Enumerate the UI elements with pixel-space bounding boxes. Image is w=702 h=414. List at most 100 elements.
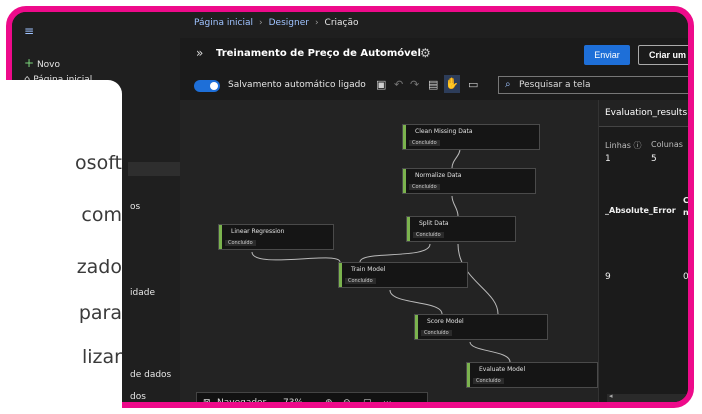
- autosave-toggle[interactable]: [194, 80, 220, 92]
- gear-icon[interactable]: ⚙: [420, 46, 431, 60]
- info-icon[interactable]: ⓘ: [633, 141, 641, 150]
- node-clean-missing-data[interactable]: Clean Missing Data Concluído: [402, 124, 540, 150]
- node-name: Normalize Data: [415, 172, 462, 179]
- expand-chevron-icon[interactable]: »: [196, 46, 203, 60]
- node-name: Clean Missing Data: [415, 128, 473, 135]
- chevron-right-icon: ›: [259, 18, 263, 28]
- rows-label-text: Linhas: [605, 141, 631, 150]
- node-train-model[interactable]: Train Model Concluído: [338, 262, 468, 288]
- plus-icon: +: [24, 56, 35, 70]
- edge-train-score: [389, 289, 443, 315]
- node-status-badge: Concluído: [413, 232, 444, 238]
- pipeline-title: Treinamento de Preço de Automóvel: [216, 48, 421, 59]
- canvas-toolbar: Salvamento automático ligado ▣ ↶ ↷ ▤ ✋ ▭…: [180, 72, 688, 101]
- scroll-left-icon[interactable]: ◂: [609, 392, 613, 400]
- status-bar: [403, 169, 406, 193]
- rows-value: 1: [605, 154, 611, 164]
- delete-icon[interactable]: ▤: [428, 78, 438, 91]
- search-placeholder: Pesquisar a tela: [519, 80, 591, 90]
- overlay-text-line: zado: [76, 256, 122, 278]
- create-button[interactable]: Criar um: [638, 45, 688, 65]
- chevron-right-icon: ›: [314, 18, 319, 28]
- pan-hand-icon[interactable]: ✋: [444, 75, 460, 93]
- node-status-badge: Concluído: [473, 378, 504, 384]
- fit-to-screen-icon[interactable]: ▢: [363, 398, 372, 402]
- zoom-out-icon[interactable]: ⊖: [343, 398, 351, 402]
- comment-icon[interactable]: ▭: [468, 78, 478, 91]
- nav-item-fragment-2[interactable]: idade: [130, 288, 155, 298]
- node-normalize-data[interactable]: Normalize Data Concluído: [402, 168, 536, 194]
- status-bar: [415, 315, 418, 339]
- search-input[interactable]: ⌕ Pesquisar a tela: [498, 76, 688, 94]
- node-name: Score Model: [427, 318, 464, 325]
- results-panel: Evaluation_results Linhas ⓘ 1 Colunas 5 …: [598, 100, 688, 402]
- results-tab-title[interactable]: Evaluation_results: [599, 100, 688, 127]
- edge-split-train: [359, 243, 431, 263]
- submit-button[interactable]: Enviar: [584, 45, 630, 65]
- cols-value: 5: [651, 154, 657, 164]
- undo-icon[interactable]: ↶: [394, 78, 403, 91]
- overlay-text-line: lizar: [82, 346, 122, 368]
- status-bar: [407, 217, 410, 241]
- node-split-data[interactable]: Split Data Concluído: [406, 216, 516, 242]
- redo-icon[interactable]: ↷: [410, 78, 419, 91]
- hamburger-icon[interactable]: ≡: [24, 24, 34, 38]
- new-button[interactable]: + Novo: [24, 56, 60, 70]
- navigator-button[interactable]: Navegador: [217, 398, 266, 402]
- status-bar: [219, 225, 222, 249]
- cols-label: Colunas: [651, 140, 683, 149]
- designer-canvas[interactable]: Clean Missing Data Concluído Normalize D…: [180, 100, 598, 402]
- status-bar: [339, 263, 342, 287]
- breadcrumb-designer[interactable]: Designer: [269, 18, 309, 28]
- zoom-in-icon[interactable]: ⊕: [325, 398, 333, 402]
- horizontal-scrollbar[interactable]: ◂: [607, 392, 688, 402]
- node-name: Train Model: [351, 266, 386, 273]
- search-icon: ⌕: [505, 79, 511, 90]
- breadcrumb-home[interactable]: Página inicial: [194, 18, 253, 28]
- node-status-badge: Concluído: [345, 278, 376, 284]
- navigator-icon[interactable]: ⊠: [203, 398, 211, 402]
- column-header-absolute-error[interactable]: _Absolute_Error: [605, 206, 676, 215]
- column-header-2[interactable]: C: [683, 196, 688, 205]
- edge-score-evaluate: [469, 341, 511, 363]
- nav-item-fragment-1[interactable]: os: [130, 202, 140, 212]
- edge-linear-train: [251, 251, 341, 263]
- node-name: Linear Regression: [231, 228, 285, 235]
- nav-item-fragment-4[interactable]: dos: [130, 392, 146, 402]
- overlay-text-line: com: [81, 204, 122, 226]
- status-bar: [467, 363, 470, 387]
- overlay-text-line: osoft: [75, 152, 122, 174]
- breadcrumb-current: Criação: [324, 18, 359, 28]
- nav-selected-highlight: [128, 162, 180, 176]
- column-header-2-line2: n: [683, 208, 689, 217]
- navigator-bar: ⊠ Navegador 73% ⌄ ⊕ ⊖ ▢ ···: [196, 392, 428, 402]
- rows-label: Linhas ⓘ: [605, 140, 641, 151]
- more-options-icon[interactable]: ···: [383, 398, 392, 402]
- nav-item-fragment-3[interactable]: de dados: [130, 370, 171, 380]
- node-name: Evaluate Model: [479, 366, 526, 373]
- table-cell: 9: [605, 272, 611, 282]
- node-score-model[interactable]: Score Model Concluído: [414, 314, 548, 340]
- overlay-text-line: para: [78, 302, 122, 324]
- top-bar: Página inicial › Designer › Criação: [180, 12, 688, 39]
- toggle-knob: [210, 82, 218, 90]
- autosave-label: Salvamento automático ligado: [228, 80, 366, 90]
- node-linear-regression[interactable]: Linear Regression Concluído: [218, 224, 334, 250]
- node-status-badge: Concluído: [409, 140, 440, 146]
- save-icon[interactable]: ▣: [376, 78, 386, 91]
- zoom-level[interactable]: 73%: [283, 398, 303, 402]
- chevron-down-icon[interactable]: ⌄: [309, 398, 317, 402]
- breadcrumb: Página inicial › Designer › Criação: [194, 18, 359, 28]
- node-name: Split Data: [419, 220, 449, 227]
- status-bar: [403, 125, 406, 149]
- node-evaluate-model[interactable]: Evaluate Model Concluído: [466, 362, 598, 388]
- edge-normalize-split: [451, 195, 459, 217]
- node-status-badge: Concluído: [409, 184, 440, 190]
- node-status-badge: Concluído: [421, 330, 452, 336]
- node-status-badge: Concluído: [225, 240, 256, 246]
- edge-clean-normalize: [451, 148, 461, 169]
- table-cell: 0: [683, 272, 689, 282]
- pipeline-header: » Treinamento de Preço de Automóvel ⚙ En…: [180, 38, 688, 73]
- new-label: Novo: [36, 60, 61, 70]
- overlay-card: osoft com zado para lizar: [0, 80, 122, 414]
